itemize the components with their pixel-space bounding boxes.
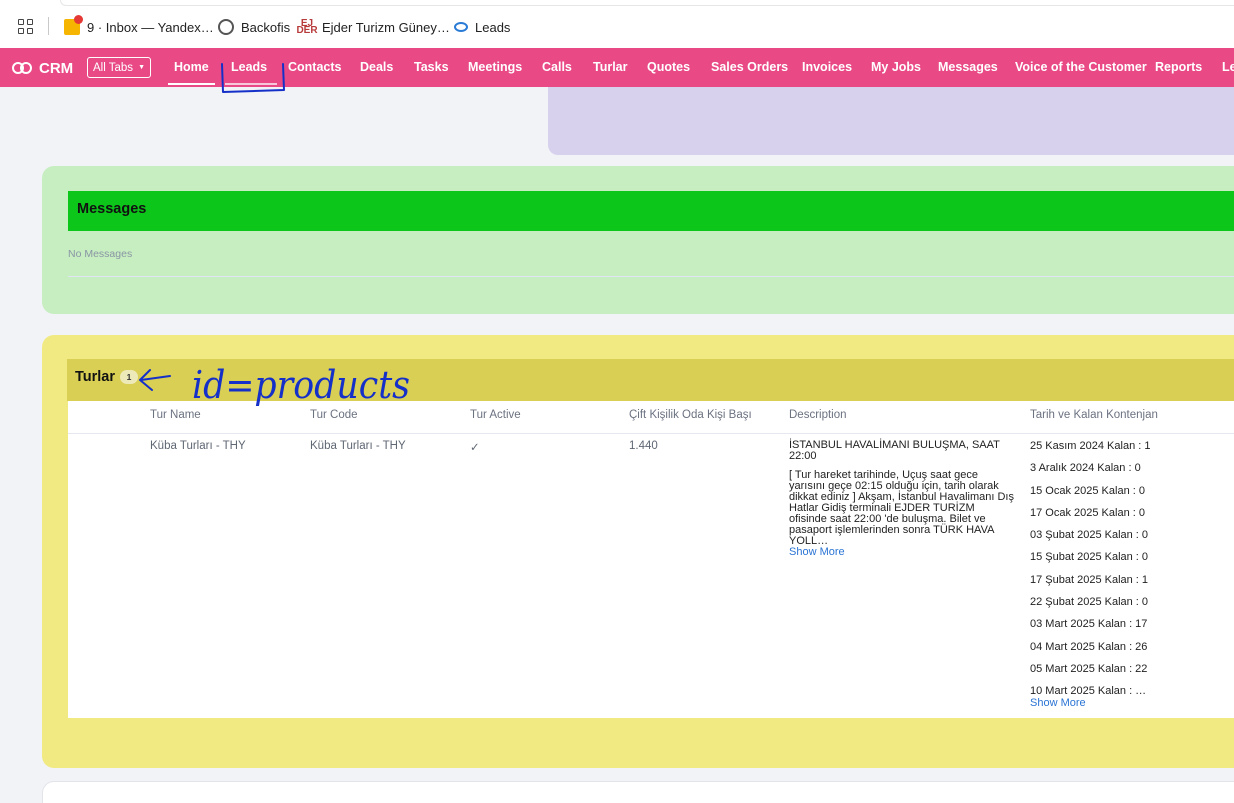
turlar-header [67,359,1234,401]
nav-tab-overflow[interactable]: Le [1222,60,1234,76]
cell-tur-code: Küba Turları - THY [310,440,406,452]
address-bar-edge [60,0,1234,6]
date-row: 22 Şubat 2025 Kalan : 0 [1030,596,1149,609]
leads-link-icon [454,22,468,32]
yandex-mail-icon [64,15,83,35]
bookmark-leads[interactable]: Leads [454,17,510,37]
cell-tur-name[interactable]: Küba Turları - THY [150,440,246,452]
description-body: [ Tur hareket tarihinde, Uçuş saat gece … [789,469,1014,547]
all-tabs-label: All Tabs [93,61,134,74]
dates-show-more-link[interactable]: Show More [1030,697,1086,709]
nav-tab-leads[interactable]: Leads [224,60,278,85]
turlar-count-badge: 1 [120,370,138,384]
cell-price: 1.440 [629,440,658,452]
nav-tab-meetings[interactable]: Meetings [468,60,522,76]
bookmark-ejder-turizm[interactable]: EJ DER Ejder Turizm Güney… [296,17,450,37]
column-header-tur-code[interactable]: Tur Code [310,409,358,421]
date-row: 03 Mart 2025 Kalan : 17 [1030,618,1148,631]
all-tabs-button[interactable]: All Tabs ▼ [87,57,151,78]
bookmark-label: Backofis [241,19,291,35]
messages-empty-text: No Messages [68,248,133,260]
nav-tab-contacts[interactable]: Contacts [288,60,341,76]
nav-tab-home[interactable]: Home [168,60,215,85]
dashboard-widget-bottom [42,781,1234,803]
nav-tab-deals[interactable]: Deals [360,60,393,76]
date-row: 04 Mart 2025 Kalan : 26 [1030,640,1148,653]
date-row: 3 Aralık 2024 Kalan : 0 [1030,462,1141,475]
column-header-tur-name[interactable]: Tur Name [150,409,201,421]
bookmark-inbox[interactable]: 9 · Inbox — Yandex… [64,15,214,37]
bookmark-backofis[interactable]: Backofis [218,17,290,37]
nav-tab-my-jobs[interactable]: My Jobs [871,60,921,76]
date-row: 15 Şubat 2025 Kalan : 0 [1030,551,1149,564]
cell-description: İSTANBUL HAVALİMANI BULUŞMA, SAAT 22:00 … [789,440,1014,558]
bookmarks-bar: 9 · Inbox — Yandex… Backofis EJ DER Ejder… [0,0,1234,48]
crm-top-nav: CRM All Tabs ▼ Home Leads Contacts Deals… [0,48,1234,87]
column-header-price[interactable]: Çift Kişilik Oda Kişi Başı [629,409,752,421]
messages-widget [42,166,1234,314]
nav-tab-tasks[interactable]: Tasks [414,60,449,76]
description-show-more-link[interactable]: Show More [789,546,845,558]
crm-logo-icon [12,61,32,75]
nav-tab-reports[interactable]: Reports [1155,60,1202,76]
table-header-divider [68,433,1234,434]
column-header-description[interactable]: Description [789,409,847,421]
bookmark-label: Ejder Turizm Güney… [322,19,450,35]
turlar-title: Turlar [75,369,116,385]
bookmarks-separator [48,17,49,35]
column-header-tur-active[interactable]: Tur Active [470,409,521,421]
apps-grid-icon[interactable] [18,19,33,34]
date-row: 15 Ocak 2025 Kalan : 0 [1030,484,1145,497]
date-row: 25 Kasım 2024 Kalan : 1 [1030,440,1151,452]
crm-logo[interactable]: CRM [12,58,73,78]
description-heading: İSTANBUL HAVALİMANI BULUŞMA, SAAT 22:00 [789,439,1000,462]
nav-tab-messages[interactable]: Messages [938,60,998,76]
cell-dates-list: 25 Kasım 2024 Kalan : 1 3 Aralık 2024 Ka… [1030,440,1220,709]
dashboard-widget-top [548,87,1234,155]
globe-icon [218,19,234,35]
crm-brand-label: CRM [39,59,74,77]
column-header-dates[interactable]: Tarih ve Kalan Kontenjan [1030,409,1158,421]
bookmark-label: 9 · Inbox — Yandex… [87,19,214,35]
nav-tab-sales-orders[interactable]: Sales Orders [711,60,788,76]
bookmark-label: Leads [475,19,511,35]
nav-tab-voice-of-customer[interactable]: Voice of the Customer [1015,60,1147,76]
nav-tab-quotes[interactable]: Quotes [647,60,690,76]
caret-down-icon: ▼ [138,64,145,71]
date-row: 17 Ocak 2025 Kalan : 0 [1030,506,1145,519]
date-row: 17 Şubat 2025 Kalan : 1 [1030,573,1149,586]
nav-tab-turlar[interactable]: Turlar [593,60,628,76]
messages-header [68,191,1234,231]
messages-divider [68,276,1234,277]
nav-tab-calls[interactable]: Calls [542,60,572,76]
cell-tur-active-check-icon: ✓ [470,442,480,454]
ejder-turizm-logo-icon: EJ DER [296,18,318,36]
date-row: 03 Şubat 2025 Kalan : 0 [1030,529,1149,542]
date-row: 05 Mart 2025 Kalan : 22 [1030,662,1148,675]
messages-title: Messages [77,201,147,217]
nav-tab-invoices[interactable]: Invoices [802,60,852,76]
